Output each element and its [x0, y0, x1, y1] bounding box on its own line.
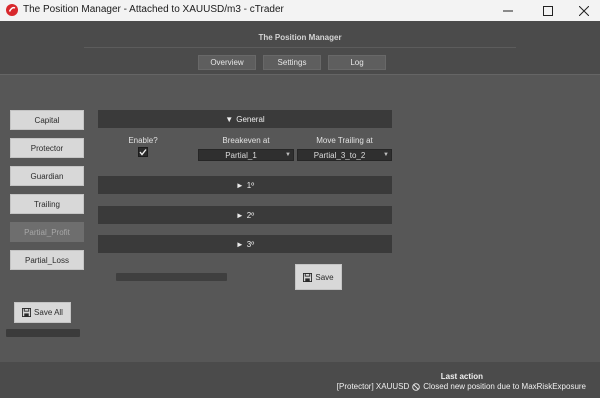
- section-2-header[interactable]: ► 2º: [98, 206, 392, 224]
- maximize-button[interactable]: [530, 0, 566, 21]
- enable-label: Enable?: [128, 136, 158, 145]
- minimize-button[interactable]: [490, 0, 526, 21]
- save-label: Save: [315, 272, 334, 282]
- expand-arrow-icon: ►: [235, 239, 244, 249]
- checkmark-icon: [139, 149, 147, 156]
- last-action-message: Closed new position due to MaxRiskExposu…: [423, 382, 586, 391]
- expand-arrow-icon: ►: [235, 210, 244, 220]
- save-button[interactable]: Save: [295, 264, 342, 290]
- section-general-header[interactable]: ▼ General: [98, 110, 392, 128]
- save-all-label: Save All: [34, 308, 63, 317]
- sidebar-item-protector[interactable]: Protector: [10, 138, 84, 158]
- header-divider: [84, 47, 516, 48]
- tab-log[interactable]: Log: [328, 55, 386, 70]
- breakeven-value: Partial_1: [225, 150, 257, 160]
- window-title: The Position Manager - Attached to XAUUS…: [23, 4, 284, 15]
- app-title: The Position Manager: [258, 33, 342, 42]
- minimize-icon: [503, 10, 513, 11]
- expand-arrow-icon: ►: [235, 180, 244, 190]
- window-titlebar: The Position Manager - Attached to XAUUS…: [0, 0, 600, 21]
- section-general-label: General: [236, 114, 265, 124]
- section-2-label: 2º: [246, 210, 255, 220]
- section-3-header[interactable]: ► 3º: [98, 235, 392, 253]
- breakeven-label: Breakeven at: [222, 136, 270, 145]
- sidebar-item-partial-loss[interactable]: Partial_Loss: [10, 250, 84, 270]
- last-action-line: [Protector] XAUUSD Closed new position d…: [337, 382, 586, 391]
- section-1-label: 1º: [246, 180, 255, 190]
- section-3-label: 3º: [246, 239, 255, 249]
- enable-checkbox[interactable]: [138, 147, 148, 157]
- move-trailing-value: Partial_3_to_2: [313, 150, 366, 160]
- blocked-icon: [412, 382, 420, 391]
- tab-overview[interactable]: Overview: [198, 55, 256, 70]
- sidebar-item-guardian[interactable]: Guardian: [10, 166, 84, 186]
- save-all-button[interactable]: Save All: [14, 302, 71, 323]
- sidebar-item-trailing[interactable]: Trailing: [10, 194, 84, 214]
- status-bar: [0, 362, 600, 398]
- sidebar-item-partial-profit[interactable]: Partial_Profit: [10, 222, 84, 242]
- save-disk-icon: [303, 272, 313, 282]
- chevron-down-icon: ▼: [285, 152, 291, 158]
- move-trailing-label: Move Trailing at: [316, 136, 373, 145]
- last-action-heading: Last action: [440, 372, 483, 381]
- content-scrollbar[interactable]: [116, 273, 227, 281]
- close-button[interactable]: [566, 0, 600, 21]
- save-disk-icon: [22, 308, 32, 317]
- tab-settings[interactable]: Settings: [263, 55, 321, 70]
- breakeven-select[interactable]: Partial_1 ▼: [198, 149, 294, 161]
- ctrader-logo-icon: [6, 4, 18, 16]
- section-1-header[interactable]: ► 1º: [98, 176, 392, 194]
- sidebar-scrollbar[interactable]: [6, 329, 80, 337]
- maximize-icon: [543, 5, 553, 16]
- chevron-down-icon: ▼: [383, 152, 389, 158]
- sidebar-item-capital[interactable]: Capital: [10, 110, 84, 130]
- close-icon: [579, 5, 589, 16]
- collapse-arrow-icon: ▼: [225, 114, 234, 124]
- move-trailing-select[interactable]: Partial_3_to_2 ▼: [297, 149, 392, 161]
- last-action-source: [Protector] XAUUSD: [336, 382, 410, 391]
